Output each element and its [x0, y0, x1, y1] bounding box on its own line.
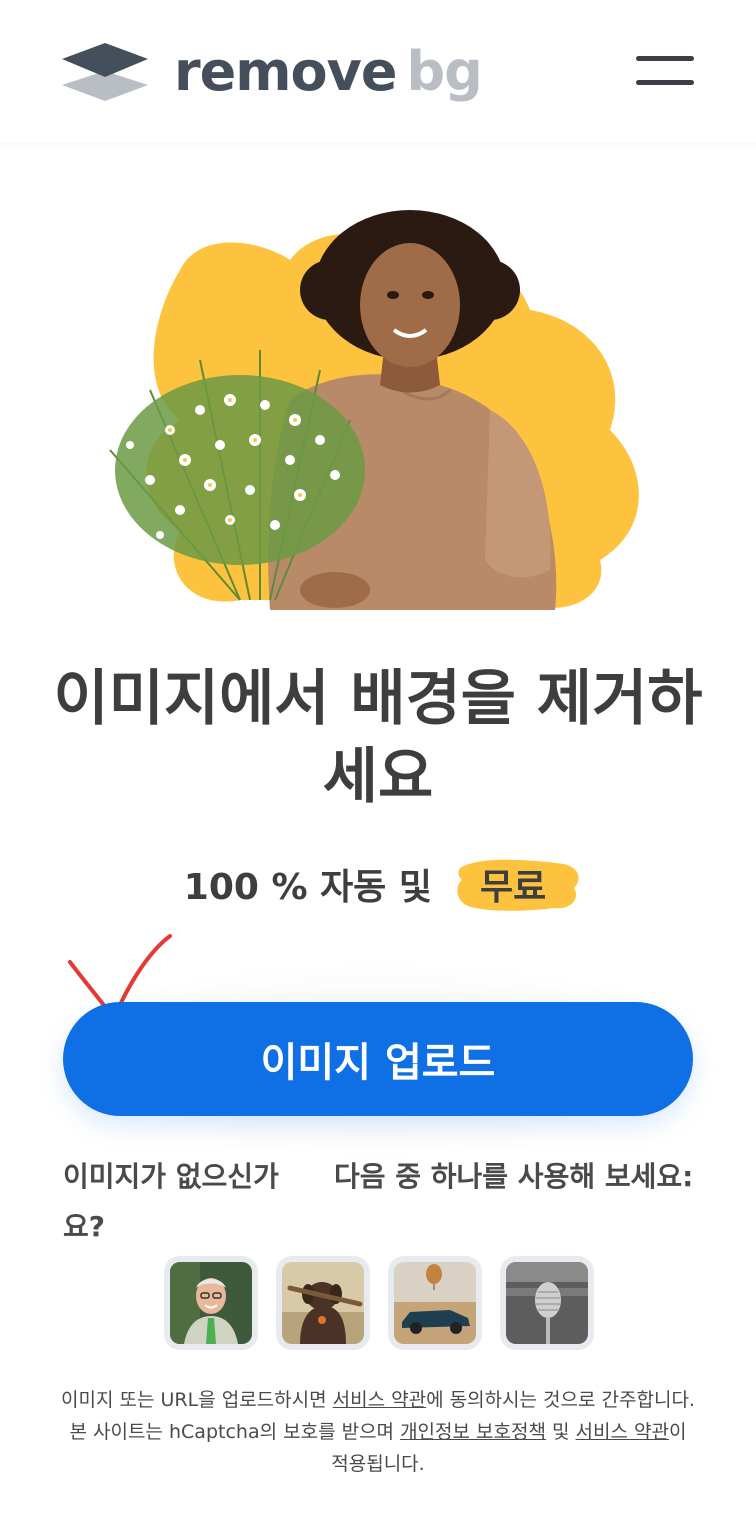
hamburger-menu-icon[interactable]: [636, 52, 694, 92]
subtitle-text: 100 % 자동 및: [183, 867, 432, 908]
sample-man[interactable]: [164, 1256, 258, 1350]
sample-microphone-icon: [506, 1262, 588, 1344]
sample-man-icon: [170, 1262, 252, 1344]
sample-images: [164, 1256, 594, 1350]
try-sample-text: 다음 중 하나를 사용해 보세요:: [334, 1160, 694, 1193]
page-title: 이미지에서 배경을 제거하세요: [53, 664, 703, 812]
sample-dog-icon: [282, 1262, 364, 1344]
woman-face: [360, 243, 460, 367]
legal-text: 및: [545, 1421, 576, 1443]
legal-text: 에 동의하시는 것으로 간주합니다.: [426, 1389, 695, 1411]
sample-car[interactable]: [388, 1256, 482, 1350]
sample-car-icon: [394, 1262, 476, 1344]
legal-line-1: 이미지 또는 URL을 업로드하시면 서비스 약관에 동의하시는 것으로 간주합…: [20, 1384, 736, 1416]
legal-text: 이: [668, 1421, 687, 1443]
header: remove bg: [0, 0, 756, 142]
hamburger-line: [636, 80, 694, 85]
logo-bg-text: bg: [406, 40, 482, 103]
hero-image: [109, 210, 639, 610]
legal-line-3: 적용됩니다.: [331, 1453, 425, 1475]
sample-microphone[interactable]: [500, 1256, 594, 1350]
legal-line-2: 본 사이트는 hCaptcha의 보호를 받으며 개인정보 보호정책 및 서비스…: [20, 1416, 736, 1448]
sample-dog[interactable]: [276, 1256, 370, 1350]
no-image-question: 이미지가 없으신가요?: [63, 1160, 279, 1243]
hamburger-line: [636, 56, 694, 61]
legal-text: 본 사이트는 hCaptcha의 보호를 받으며: [69, 1421, 401, 1443]
free-highlight: 무료: [454, 854, 579, 914]
free-text: 무료: [479, 867, 547, 908]
privacy-policy-link[interactable]: 개인정보 보호정책: [400, 1421, 546, 1443]
logo-remove-text: remove: [174, 40, 397, 103]
legal-text: 이미지 또는 URL을 업로드하시면: [61, 1389, 333, 1411]
legal-notice: 이미지 또는 URL을 업로드하시면 서비스 약관에 동의하시는 것으로 간주합…: [20, 1384, 736, 1480]
logo-wordmark: remove bg: [174, 45, 483, 99]
logo-layers-icon: [62, 43, 148, 101]
upload-image-button[interactable]: 이미지 업로드: [63, 1002, 693, 1116]
terms-of-service-link[interactable]: 서비스 약관: [333, 1389, 426, 1411]
logo[interactable]: remove bg: [62, 40, 483, 104]
subtitle: 100 % 자동 및 무료: [0, 854, 756, 914]
terms-of-service-link[interactable]: 서비스 약관: [576, 1421, 669, 1443]
